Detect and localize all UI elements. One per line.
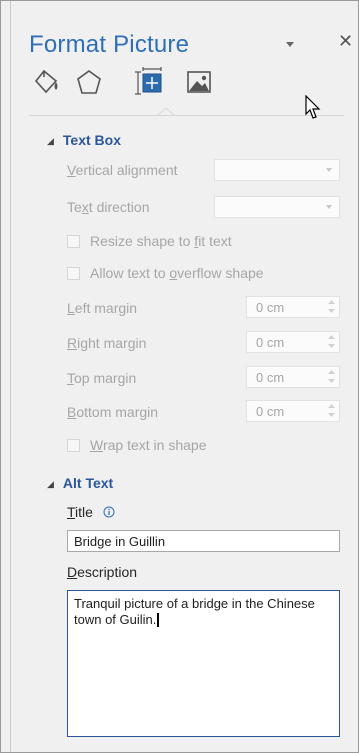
info-icon[interactable] bbox=[103, 506, 115, 518]
text-direction-dropdown[interactable] bbox=[214, 196, 340, 218]
paint-bucket-icon bbox=[34, 69, 58, 94]
dropdown-arrow-icon bbox=[286, 42, 294, 47]
divider bbox=[29, 115, 344, 116]
task-pane-options-button[interactable] bbox=[283, 36, 297, 47]
pane-content: Format Picture ✕ ◢ Text Box Vertical ali… bbox=[10, 1, 358, 752]
spin-up-icon[interactable] bbox=[328, 370, 335, 375]
allow-overflow-checkbox-row[interactable]: Allow text to overflow shape bbox=[67, 265, 264, 281]
spin-down-icon[interactable] bbox=[328, 413, 335, 418]
vertical-alignment-dropdown[interactable] bbox=[214, 159, 340, 181]
resize-shape-checkbox[interactable] bbox=[67, 234, 80, 248]
chevron-down-icon bbox=[326, 205, 332, 209]
description-label: Description bbox=[67, 564, 138, 580]
bottom-margin-spinner[interactable]: 0 cm bbox=[246, 400, 340, 422]
alt-text-description-input[interactable]: Tranquil picture of a bridge in the Chin… bbox=[67, 590, 340, 737]
resize-shape-label: Resize shape to fit text bbox=[90, 233, 232, 249]
text-box-section-header[interactable]: ◢ Text Box bbox=[47, 132, 121, 148]
spin-up-icon[interactable] bbox=[328, 300, 335, 305]
pane-title: Format Picture bbox=[29, 31, 190, 58]
spin-down-icon[interactable] bbox=[328, 344, 335, 349]
text-direction-label: Text direction bbox=[67, 199, 150, 215]
bottom-margin-label: Bottom margin bbox=[67, 404, 159, 420]
tab-picture[interactable] bbox=[182, 65, 216, 99]
tab-fill-line[interactable] bbox=[29, 65, 63, 99]
allow-overflow-checkbox[interactable] bbox=[67, 266, 80, 280]
format-picture-pane: Format Picture ✕ ◢ Text Box Vertical ali… bbox=[0, 0, 359, 753]
alt-text-section-header[interactable]: ◢ Alt Text bbox=[47, 475, 113, 491]
allow-overflow-label: Allow text to overflow shape bbox=[90, 265, 264, 281]
size-properties-icon bbox=[135, 67, 162, 95]
spin-down-icon[interactable] bbox=[328, 309, 335, 314]
mouse-pointer-icon bbox=[305, 95, 321, 119]
tab-size-properties[interactable] bbox=[133, 65, 167, 99]
pentagon-icon bbox=[77, 70, 101, 94]
collapse-triangle-icon: ◢ bbox=[47, 479, 54, 489]
collapse-triangle-icon: ◢ bbox=[47, 136, 54, 146]
vertical-alignment-label: Vertical alignment bbox=[67, 162, 178, 178]
wrap-text-label: Wrap text in shape bbox=[90, 437, 207, 453]
picture-icon bbox=[187, 71, 211, 93]
alt-text-title-input[interactable]: Bridge in Guillin bbox=[67, 530, 340, 552]
alt-text-heading: Alt Text bbox=[62, 475, 114, 491]
text-box-heading: Text Box bbox=[62, 132, 122, 148]
spin-up-icon[interactable] bbox=[328, 335, 335, 340]
text-caret bbox=[157, 613, 160, 627]
tab-effects[interactable] bbox=[72, 65, 106, 99]
resize-shape-checkbox-row[interactable]: Resize shape to fit text bbox=[67, 233, 232, 249]
spin-down-icon[interactable] bbox=[328, 379, 335, 384]
title-label: Title bbox=[67, 504, 115, 520]
wrap-text-checkbox-row[interactable]: Wrap text in shape bbox=[67, 437, 206, 453]
wrap-text-checkbox[interactable] bbox=[67, 438, 80, 452]
close-icon: ✕ bbox=[338, 31, 354, 51]
top-margin-spinner[interactable]: 0 cm bbox=[246, 366, 340, 388]
spin-up-icon[interactable] bbox=[328, 404, 335, 409]
left-margin-label: Left margin bbox=[67, 300, 138, 316]
right-margin-label: Right margin bbox=[67, 335, 147, 351]
right-margin-spinner[interactable]: 0 cm bbox=[246, 331, 340, 353]
chevron-down-icon bbox=[326, 168, 332, 172]
left-margin-spinner[interactable]: 0 cm bbox=[246, 296, 340, 318]
top-margin-label: Top margin bbox=[67, 370, 137, 386]
close-pane-button[interactable]: ✕ bbox=[338, 31, 354, 51]
